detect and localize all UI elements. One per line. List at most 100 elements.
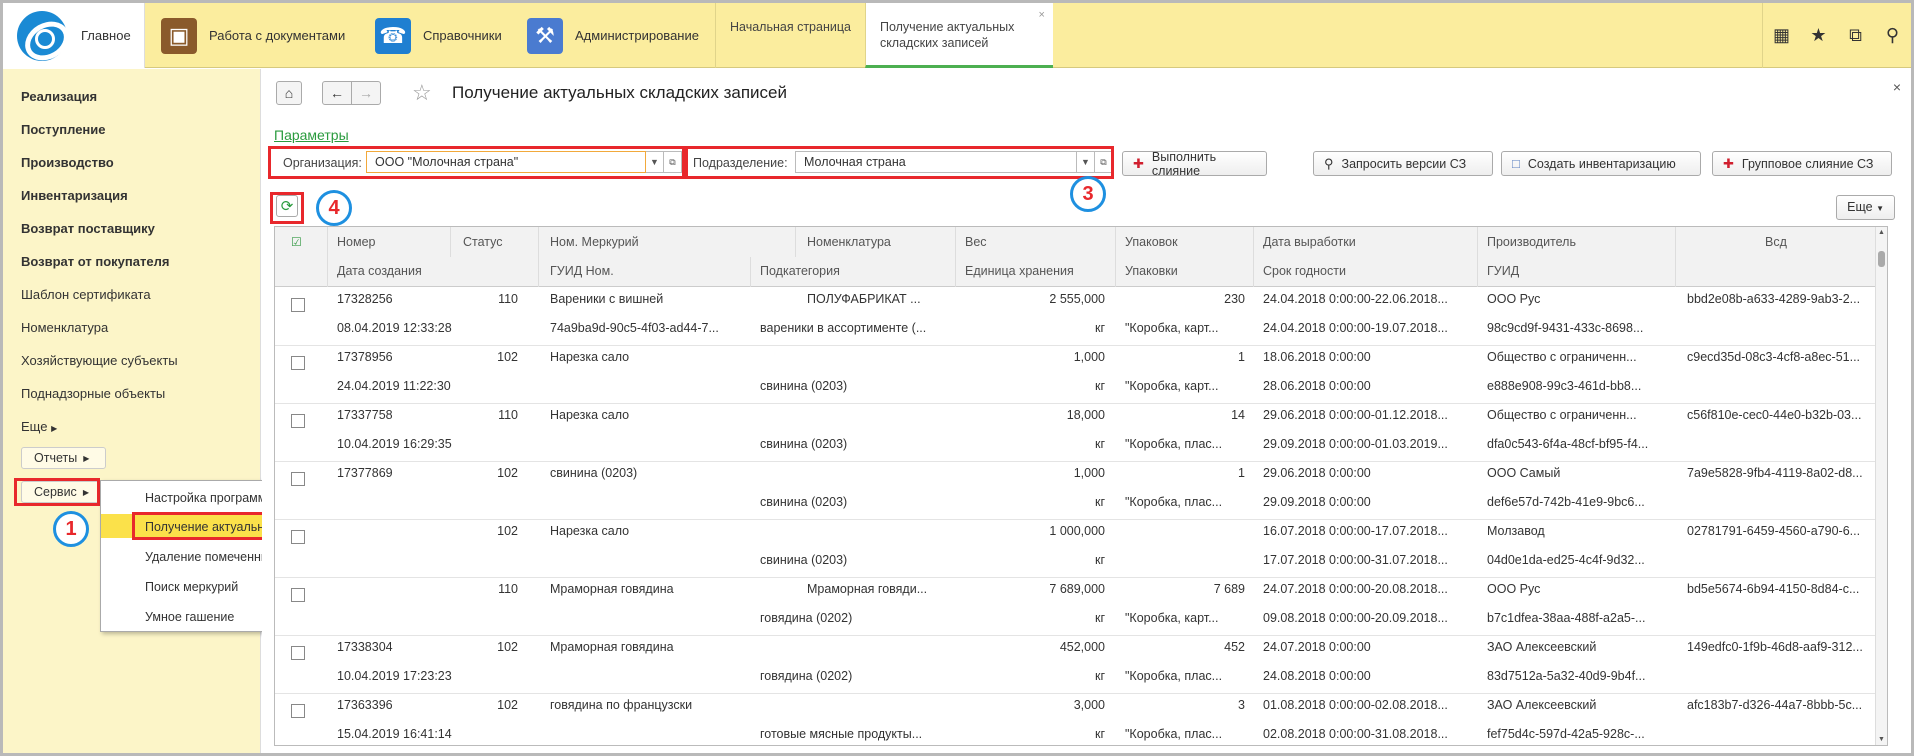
cell-packs: 14 — [1231, 408, 1245, 422]
search-icon[interactable]: ⚲ — [1874, 3, 1911, 68]
section-admin[interactable]: ⚒ Администрирование — [527, 3, 699, 68]
step-badge-1: 1 — [53, 511, 89, 547]
cell-merc: Вареники с вишней — [550, 292, 664, 306]
col-subcategory[interactable]: Подкатегория — [760, 264, 840, 278]
menu-item-search-mercury[interactable]: Поиск меркурий — [145, 580, 238, 594]
col-nomenclature[interactable]: Номенклатура — [807, 235, 891, 249]
col-packs[interactable]: Упаковок — [1125, 235, 1178, 249]
tab-home-page[interactable]: Начальная страница — [715, 3, 865, 68]
menu-item-settings[interactable]: Настройка программы — [145, 491, 275, 505]
col-expiry[interactable]: Срок годности — [1263, 264, 1346, 278]
merge-button[interactable]: ✚ Выполнить слияние — [1122, 150, 1267, 178]
table-row[interactable]: 110 Мраморная говядина Мраморная говяди...… — [275, 578, 1887, 636]
grid-menu-icon[interactable]: ▦ — [1763, 3, 1800, 68]
col-packaging[interactable]: Упаковки — [1125, 264, 1178, 278]
check-all-icon[interactable]: ☑ — [291, 235, 302, 249]
nav-item-production[interactable]: Производство — [21, 155, 114, 170]
scroll-up-icon[interactable]: ▲ — [1878, 229, 1885, 236]
nav-item-supervised-objects[interactable]: Поднадзорные объекты — [21, 386, 165, 401]
home-section[interactable]: Главное — [3, 3, 145, 68]
table-row[interactable]: 17378956 102 Нарезка сало 1,000 1 18.06.2018 … — [275, 346, 1887, 404]
table-row[interactable]: 17337758 110 Нарезка сало 18,000 14 29.06.201… — [275, 404, 1887, 462]
col-storage-unit[interactable]: Единица хранения — [965, 264, 1074, 278]
page-title: Получение актуальных складских записей — [452, 83, 788, 102]
cell-status: 102 — [497, 350, 518, 364]
col-manufacturer[interactable]: Производитель — [1487, 235, 1576, 249]
history-icon[interactable]: ⧉ — [1837, 3, 1874, 68]
menu-item-smart-redeem[interactable]: Умное гашение — [145, 610, 234, 624]
cell-maker: ЗАО Алексеевский — [1487, 698, 1597, 712]
create-inventory-button[interactable]: □ Создать инвентаризацию — [1501, 151, 1701, 176]
table-row[interactable]: 17338304 102 Мраморная говядина 452,000 452 2… — [275, 636, 1887, 694]
row-checkbox[interactable] — [291, 530, 305, 544]
col-status[interactable]: Статус — [463, 235, 503, 249]
close-form-icon[interactable]: × — [1893, 79, 1901, 95]
col-guid[interactable]: ГУИД — [1487, 264, 1519, 278]
back-button[interactable]: ← — [322, 81, 352, 105]
nav-item-sales[interactable]: Реализация — [21, 89, 97, 104]
cell-expiry: 02.08.2018 0:00:00-31.08.2018... — [1263, 727, 1448, 741]
tab-close-icon[interactable]: × — [1039, 7, 1045, 23]
row-checkbox[interactable] — [291, 646, 305, 660]
favorite-star-icon[interactable]: ☆ — [412, 80, 432, 106]
nav-item-more[interactable]: Еще ▶ — [21, 419, 57, 434]
scroll-down-icon[interactable]: ▼ — [1878, 736, 1885, 743]
row-checkbox[interactable] — [291, 588, 305, 602]
table-row[interactable]: 17377869 102 свинина (0203) 1,000 1 29.06.201… — [275, 462, 1887, 520]
section-documents[interactable]: ▣ Работа с документами — [161, 3, 345, 68]
col-guid-nom[interactable]: ГУИД Ном. — [550, 264, 614, 278]
cell-unit: кг — [1094, 669, 1105, 683]
col-created-date[interactable]: Дата создания — [337, 264, 422, 278]
table-row[interactable]: 102 Нарезка сало 1 000,000 16.07.2018 0:00:… — [275, 520, 1887, 578]
cell-vsd: afc183b7-d326-44a7-8bbb-5c... — [1687, 698, 1863, 712]
table-row[interactable]: 17328256 110 Вареники с вишней ПОЛУФАБРИКАТ… — [275, 288, 1887, 346]
cell-subcat: свинина (0203) — [760, 553, 848, 567]
col-weight[interactable]: Вес — [965, 235, 987, 249]
row-checkbox[interactable] — [291, 298, 305, 312]
cell-guid: 98c9cd9f-9431-433c-8698... — [1487, 321, 1644, 335]
more-button[interactable]: Еще ▼ — [1836, 195, 1895, 220]
tab-stock-records[interactable]: Получение актуальных складских записей × — [864, 3, 1053, 68]
nav-more-label: Еще — [21, 419, 48, 434]
row-checkbox[interactable] — [291, 704, 305, 718]
parameters-link[interactable]: Параметры — [274, 127, 349, 143]
nav-item-inventory[interactable]: Инвентаризация — [21, 188, 128, 203]
row-checkbox[interactable] — [291, 472, 305, 486]
cell-guid: b7c1dfea-38aa-488f-a2a5-... — [1487, 611, 1646, 625]
nav-item-certificate-template[interactable]: Шаблон сертификата — [21, 287, 151, 302]
request-versions-label: Запросить версии СЗ — [1341, 156, 1467, 171]
nav-item-business-entities[interactable]: Хозяйствующие субъекты — [21, 353, 178, 368]
cell-expiry: 24.08.2018 0:00:00 — [1263, 669, 1371, 683]
vertical-scrollbar[interactable]: ▲ ▼ — [1875, 227, 1887, 745]
cell-guid: 83d7512a-5a32-40d9-9b4f... — [1487, 669, 1646, 683]
col-vsd[interactable]: Всд — [1765, 235, 1787, 249]
magnifier-icon: ⚲ — [1324, 155, 1334, 171]
nav-item-receipts[interactable]: Поступление — [21, 122, 106, 137]
col-mercury-nom[interactable]: Ном. Меркурий — [550, 235, 639, 249]
nav-item-return-buyer[interactable]: Возврат от покупателя — [21, 254, 169, 269]
request-versions-button[interactable]: ⚲ Запросить версии СЗ — [1313, 151, 1493, 176]
col-production-date[interactable]: Дата выработки — [1263, 235, 1356, 249]
nav-item-return-supplier[interactable]: Возврат поставщику — [21, 221, 155, 236]
cell-unit: кг — [1094, 321, 1105, 335]
row-checkbox[interactable] — [291, 414, 305, 428]
section-references[interactable]: ☎ Справочники — [375, 3, 502, 68]
highlight-box-organization — [268, 146, 688, 179]
cell-vsd: bbd2e08b-a633-4289-9ab3-2... — [1687, 292, 1861, 306]
cell-unit: кг — [1094, 379, 1105, 393]
group-merge-button[interactable]: ✚ Групповое слияние СЗ — [1712, 151, 1892, 176]
nav-item-nomenclature[interactable]: Номенклатура — [21, 320, 108, 335]
favorites-star-icon[interactable]: ★ — [1800, 3, 1837, 68]
cell-guid: fef75d4c-597d-42a5-928c-... — [1487, 727, 1645, 741]
reports-button[interactable]: Отчеты ▶ — [21, 447, 107, 469]
home-nav-button[interactable]: ⌂ — [276, 81, 302, 105]
open-tabs: Начальная страница Получение актуальных … — [715, 3, 1053, 68]
col-number[interactable]: Номер — [337, 235, 375, 249]
cell-pack-type: "Коробка, плас... — [1125, 437, 1223, 451]
scroll-thumb[interactable] — [1878, 251, 1885, 267]
forward-button[interactable]: → — [351, 81, 381, 105]
cell-prod-date: 01.08.2018 0:00:00-02.08.2018... — [1263, 698, 1448, 712]
row-checkbox[interactable] — [291, 356, 305, 370]
table-row[interactable]: 17363396 102 говядина по французски 3,000 3 0… — [275, 694, 1887, 745]
cell-merc: Нарезка сало — [550, 408, 630, 422]
